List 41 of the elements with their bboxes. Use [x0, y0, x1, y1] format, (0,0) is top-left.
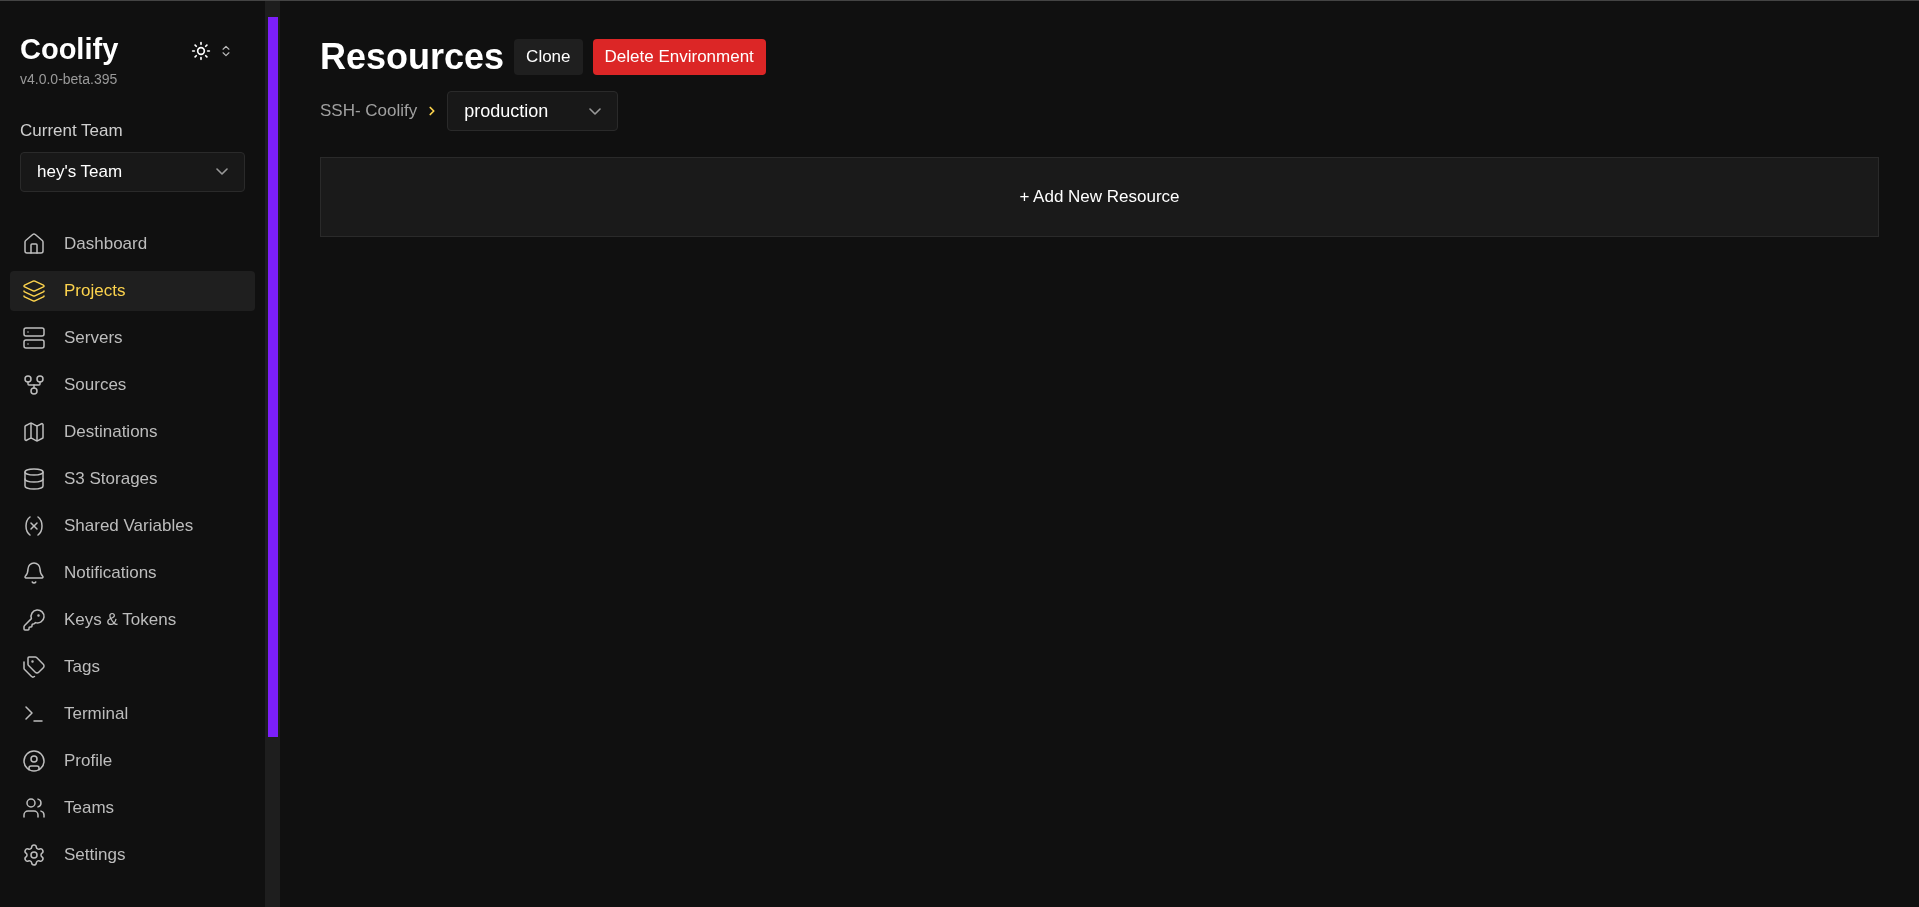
nav-item[interactable]: S3 Storages [10, 458, 255, 499]
variable-icon [22, 513, 46, 538]
page-title: Resources [320, 35, 505, 79]
nav-item[interactable]: Projects [10, 270, 255, 311]
house-icon [22, 231, 46, 256]
delete-button[interactable]: Delete Environment [592, 39, 766, 75]
team-label: Current Team [19, 120, 124, 142]
version-label: v4.0.0-beta.395 [20, 70, 119, 89]
nav-item[interactable]: Terminal [10, 693, 255, 734]
chevron-icon [589, 107, 602, 115]
users-icon [22, 795, 46, 820]
add-resource-button[interactable]: + Add New Resource [320, 157, 1879, 237]
server-icon [22, 325, 46, 350]
nav-item[interactable]: Tags [10, 646, 255, 687]
project-link[interactable]: SSH- Coolify [320, 98, 418, 124]
nav-item[interactable]: Profile [10, 740, 255, 781]
nav-item[interactable]: Dashboard [10, 223, 255, 264]
settings-icon [22, 842, 46, 867]
bell-icon [22, 560, 46, 585]
user-icon [22, 748, 46, 773]
team-select[interactable]: hey's Team [20, 151, 245, 192]
nav-item[interactable]: Servers [10, 317, 255, 358]
database-icon [22, 466, 46, 491]
tags-icon [22, 654, 46, 679]
layers-icon [22, 278, 46, 303]
chevron-icon [216, 168, 228, 175]
git-icon [22, 372, 46, 397]
nav-item[interactable]: Teams [10, 787, 255, 828]
nav-item[interactable]: Sources [10, 364, 255, 405]
clone-button[interactable]: Clone [514, 39, 583, 75]
scrollbar[interactable] [265, 1, 280, 907]
nav-item[interactable]: Settings [10, 834, 255, 875]
environment-select[interactable]: production [447, 91, 619, 131]
scrollbar-thumb[interactable] [267, 17, 278, 737]
theme-icon[interactable] [191, 41, 211, 61]
brand-title: Coolify [20, 33, 119, 65]
nav-item[interactable]: Keys & Tokens [10, 599, 255, 640]
nav-item[interactable]: Destinations [10, 411, 255, 452]
key-icon [22, 607, 46, 632]
nav-item[interactable]: Shared Variables [10, 505, 255, 546]
nav-item[interactable]: Notifications [10, 552, 255, 593]
